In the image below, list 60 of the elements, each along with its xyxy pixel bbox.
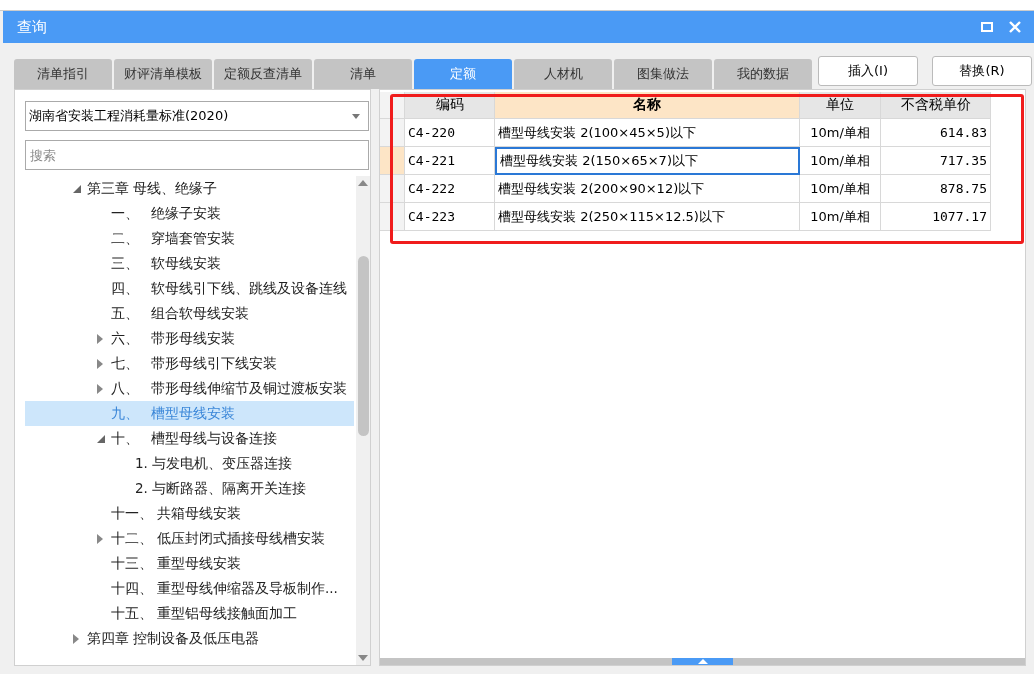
tab[interactable]: 财评清单模板 [114,59,212,89]
table-cell: 1077.17 [881,203,991,231]
tree-item[interactable]: 四、 软母线引下线、跳线及设备连线 [25,276,355,301]
collapse-icon[interactable] [73,184,81,193]
tab[interactable]: 我的数据 [714,59,812,89]
tree-item[interactable]: 十一、 共箱母线安装 [25,501,355,526]
table-cell: 614.83 [881,119,991,147]
tree-item[interactable]: 第四章 控制设备及低压电器 [25,626,355,651]
table-cell: 878.75 [881,175,991,203]
tree-item[interactable]: 一、 绝缘子安装 [25,201,355,226]
library-dropdown[interactable]: 湖南省安装工程消耗量标准(2020) [25,101,369,131]
table-cell: C4-221 [405,147,495,175]
tree-item[interactable]: 2. 与断路器、隔离开关连接 [25,476,355,501]
scroll-down-icon[interactable] [358,655,369,661]
tree-item[interactable]: 十三、 重型母线安装 [25,551,355,576]
tree-item[interactable]: 十、 槽型母线与设备连接 [25,426,355,451]
tree-item[interactable]: 七、 带形母线引下线安装 [25,351,355,376]
tree-item[interactable]: 十四、 重型母线伸缩器及导板制作... [25,576,355,601]
table-cell: 10m/单相 [800,175,881,203]
tree-item[interactable]: 十二、 低压封闭式插接母线槽安装 [25,526,355,551]
tree-item[interactable]: 1. 与发电机、变压器连接 [25,451,355,476]
search-field[interactable]: 搜索 [25,140,369,170]
action-button[interactable]: 替换(R) [932,56,1032,86]
close-icon[interactable] [1008,20,1022,34]
table-cell: C4-223 [405,203,495,231]
tree-item[interactable]: 三、 软母线安装 [25,251,355,276]
table-cell: 10m/单相 [800,203,881,231]
maximize-icon[interactable] [980,20,994,34]
tree-item[interactable]: 第三章 母线、绝缘子 [25,176,355,201]
caret-icon [352,113,360,119]
table-cell: 槽型母线安装 2(100×45×5)以下 [495,119,800,147]
tree-item[interactable]: 八、 带形母线伸缩节及铜过渡板安装 [25,376,355,401]
tree-item[interactable]: 二、 穿墙套管安装 [25,226,355,251]
tab[interactable]: 图集做法 [614,59,712,89]
tree-item[interactable]: 六、 带形母线安装 [25,326,355,351]
window-title: 查询 [17,17,48,37]
table-cell: 10m/单相 [800,119,881,147]
tree-item[interactable]: 十五、 重型铝母线接触面加工 [25,601,355,626]
table-cell: 10m/单相 [800,147,881,175]
expand-icon[interactable] [97,533,103,544]
table-cell: 717.35 [881,147,991,175]
scrollbar[interactable] [356,176,370,665]
scroll-up-icon[interactable] [358,180,369,186]
expand-icon[interactable] [97,383,103,394]
table-cell: 槽型母线安装 2(150×65×7)以下 [495,147,800,175]
tab[interactable]: 定额反查清单 [214,59,312,89]
table-cell: 槽型母线安装 2(250×115×12.5)以下 [495,203,800,231]
tree-item[interactable]: 五、 组合软母线安装 [25,301,355,326]
tab[interactable]: 清单指引 [14,59,112,89]
expand-icon[interactable] [73,633,79,644]
tab[interactable]: 清单 [314,59,412,89]
collapse-icon[interactable] [97,434,105,443]
expand-icon[interactable] [97,333,103,344]
table-cell: 槽型母线安装 2(200×90×12)以下 [495,175,800,203]
table-cell: C4-220 [405,119,495,147]
splitter-handle[interactable] [672,658,733,665]
table-cell: C4-222 [405,175,495,203]
action-button[interactable]: 插入(I) [818,56,918,86]
expand-icon[interactable] [97,358,103,369]
tab[interactable]: 人材机 [514,59,612,89]
